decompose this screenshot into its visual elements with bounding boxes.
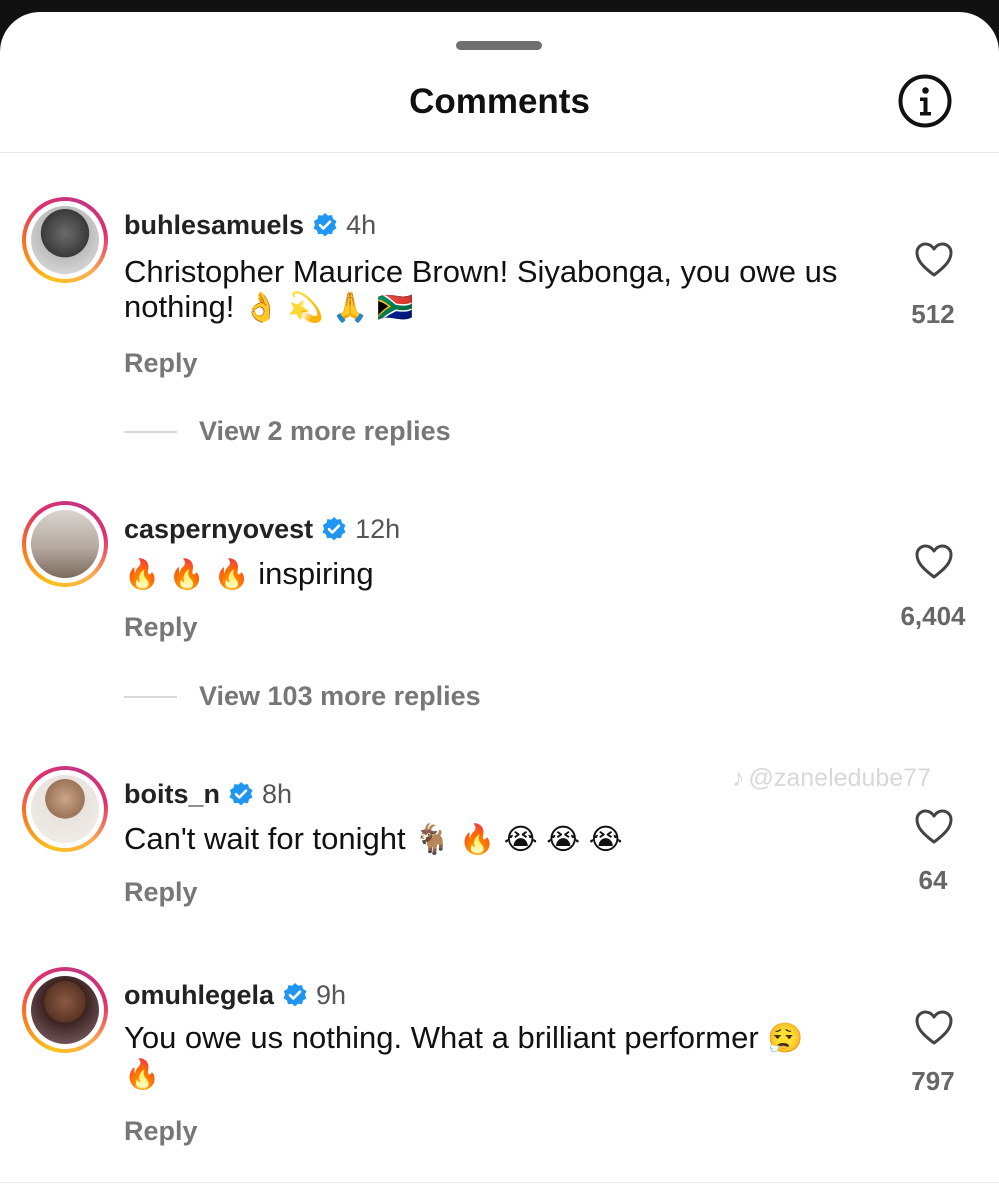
avatar-story-ring[interactable]	[22, 501, 108, 587]
comment-username[interactable]: boits_n	[124, 779, 220, 810]
avatar	[31, 510, 99, 578]
heart-icon[interactable]	[914, 807, 954, 847]
bottom-divider	[0, 1182, 999, 1183]
emoji-ok-hand: 👌	[242, 290, 280, 324]
verified-badge-icon	[229, 782, 253, 806]
comment-body: Can't wait for tonight	[124, 821, 406, 856]
avatar-story-ring[interactable]	[22, 197, 108, 283]
like-count: 797	[911, 1066, 955, 1096]
info-icon	[898, 74, 952, 128]
view-replies-label: View 103 more replies	[199, 681, 481, 711]
like-count: 64	[918, 865, 948, 895]
comment-body: You owe us nothing. What a brilliant per…	[124, 1020, 759, 1055]
comment-body: Christopher Maurice Brown! Siyabonga, yo…	[124, 254, 838, 324]
view-replies-label: View 2 more replies	[199, 416, 451, 446]
reply-button[interactable]: Reply	[124, 1116, 198, 1147]
replies-divider-line	[124, 695, 177, 698]
like-count: 6,404	[900, 601, 966, 631]
comment-body: inspiring	[258, 556, 374, 591]
view-more-replies[interactable]: View 2 more replies	[124, 416, 451, 447]
avatar	[31, 775, 99, 843]
verified-badge-icon	[322, 517, 346, 541]
emoji-dizzy: 💫	[287, 290, 324, 324]
drag-handle[interactable]	[456, 41, 542, 50]
comments-sheet: Comments buhlesamuels 4h Christopher Mau…	[0, 12, 999, 1200]
comment-item: omuhlegela 9h You owe us nothing. What a…	[0, 964, 999, 1200]
emoji-goat: 🐐	[414, 822, 451, 856]
avatar-story-ring[interactable]	[22, 967, 108, 1053]
comment-username[interactable]: omuhlegela	[124, 980, 274, 1011]
comment-text: 🔥 🔥 🔥 inspiring	[124, 556, 864, 592]
comment-text: Christopher Maurice Brown! Siyabonga, yo…	[124, 254, 864, 325]
verified-badge-icon	[283, 983, 307, 1007]
emoji-fire: 🔥	[124, 1057, 161, 1091]
comment-time: 4h	[346, 209, 377, 240]
view-more-replies[interactable]: View 103 more replies	[124, 681, 481, 712]
comment-time: 12h	[355, 513, 401, 544]
info-button[interactable]	[898, 74, 952, 128]
emoji-face-exhaling: 😮‍💨	[767, 1021, 804, 1055]
heart-icon[interactable]	[914, 1008, 954, 1048]
emoji-fire: 🔥	[458, 822, 496, 856]
emoji-flag-za: 🇿🇦	[377, 290, 414, 324]
comment-time: 8h	[262, 778, 293, 809]
emoji-fire: 🔥	[213, 557, 250, 591]
emoji-fire: 🔥	[124, 557, 161, 591]
comment-username[interactable]: buhlesamuels	[124, 210, 304, 241]
comment-text: Can't wait for tonight 🐐 🔥 😭 😭 😭	[124, 821, 864, 857]
heart-icon[interactable]	[914, 240, 954, 280]
avatar	[31, 206, 99, 274]
avatar-story-ring[interactable]	[22, 766, 108, 852]
emoji-loudly-crying: 😭	[546, 822, 581, 856]
comment-username[interactable]: caspernyovest	[124, 514, 313, 545]
emoji-loudly-crying: 😭	[503, 822, 538, 856]
comment-text: You owe us nothing. What a brilliant per…	[124, 1020, 824, 1092]
emoji-loudly-crying: 😭	[588, 822, 623, 856]
comment-time: 9h	[316, 979, 347, 1010]
emoji-pray: 🙏	[332, 290, 369, 324]
comment-item: buhlesamuels 4h Christopher Maurice Brow…	[0, 194, 999, 454]
like-count: 512	[911, 299, 955, 329]
comment-item: caspernyovest 12h 🔥 🔥 🔥 inspiring Reply …	[0, 498, 999, 758]
reply-button[interactable]: Reply	[124, 612, 198, 643]
emoji-fire: 🔥	[168, 557, 205, 591]
reply-button[interactable]: Reply	[124, 348, 198, 379]
heart-icon[interactable]	[914, 542, 954, 582]
reply-button[interactable]: Reply	[124, 877, 198, 908]
replies-divider-line	[124, 430, 177, 433]
page-title: Comments	[409, 82, 590, 121]
avatar	[31, 976, 99, 1044]
header-divider	[0, 152, 999, 153]
verified-badge-icon	[313, 213, 337, 237]
